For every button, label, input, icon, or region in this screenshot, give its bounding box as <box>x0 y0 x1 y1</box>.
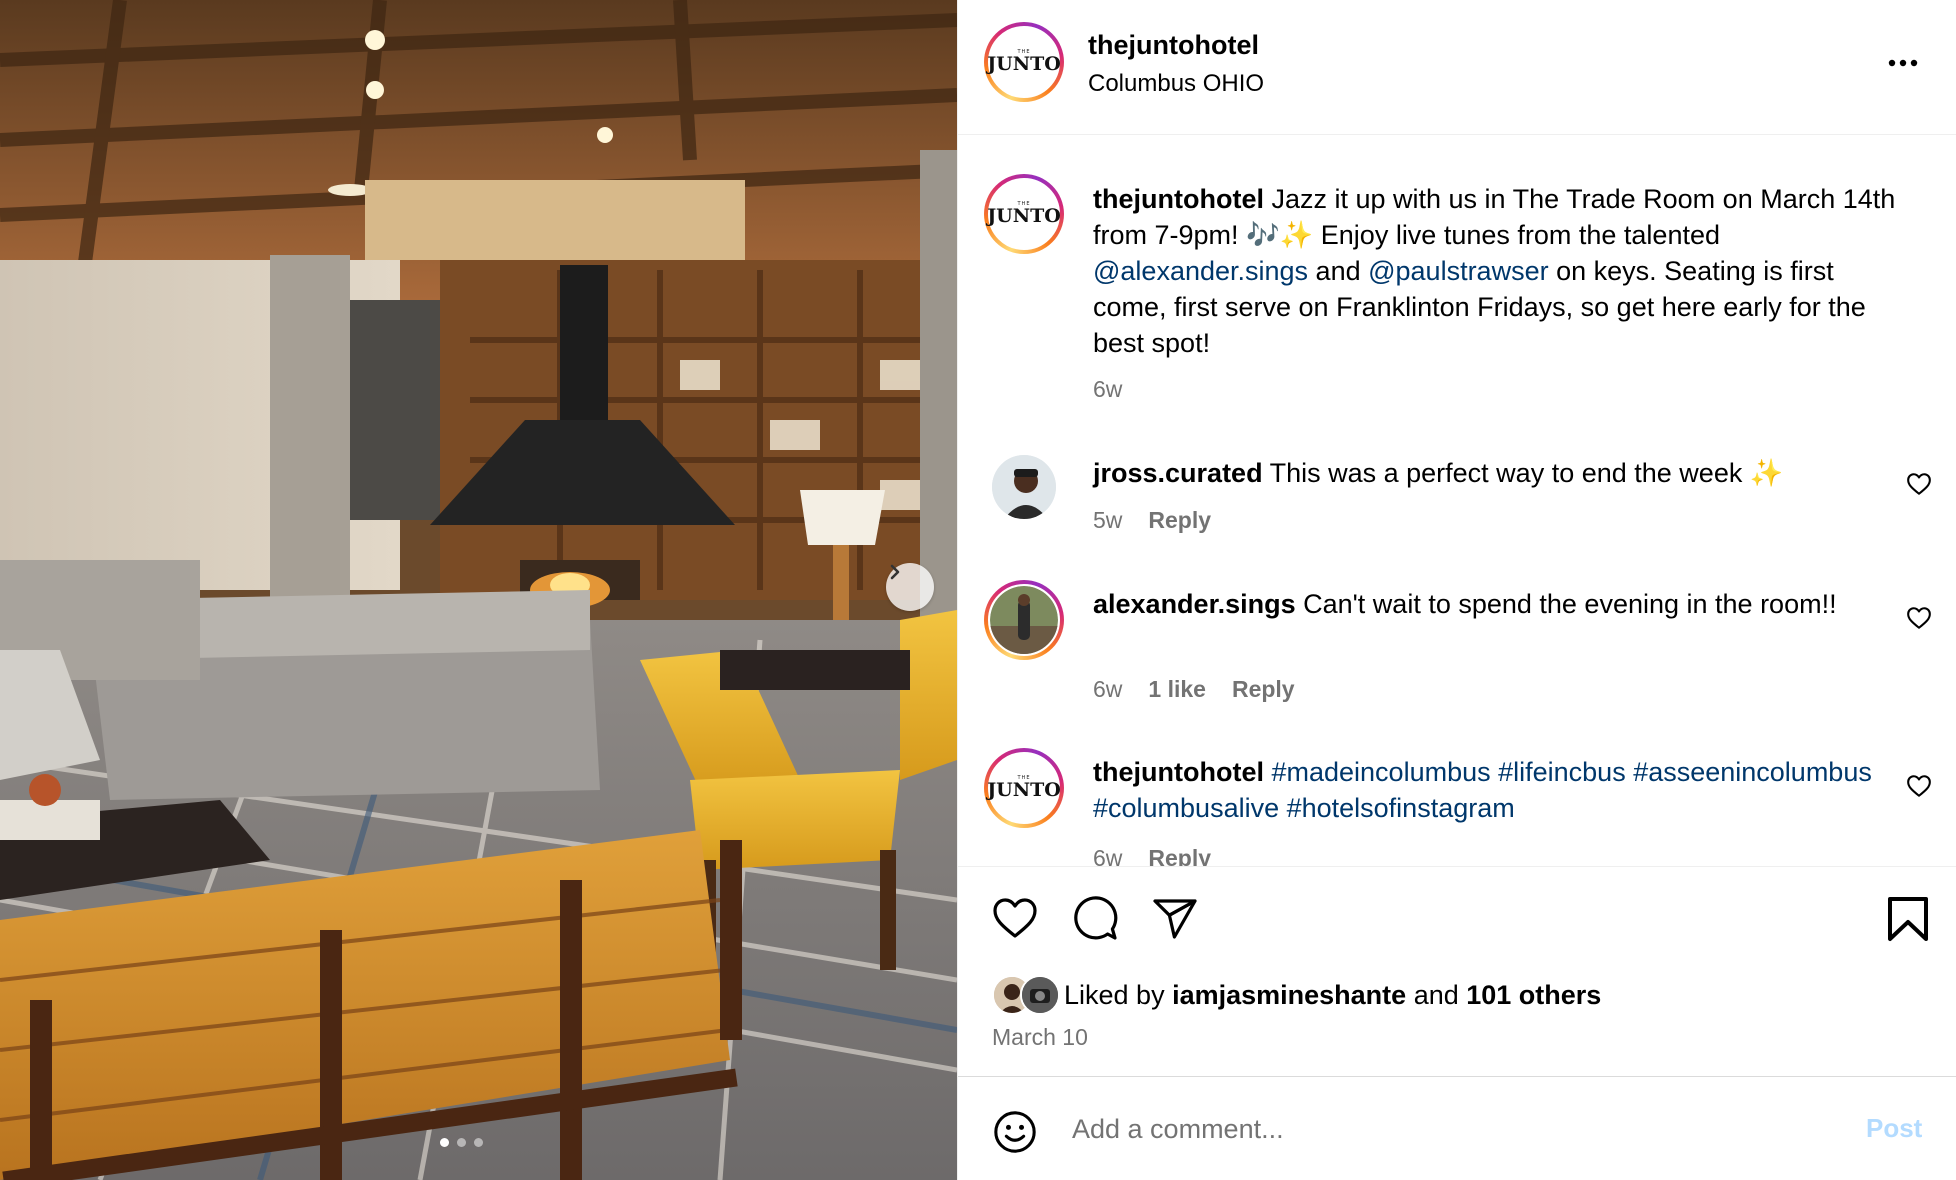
post-actions: Liked by iamjasmineshante and 101 others… <box>958 866 1956 1076</box>
logo-name-text: JUNTO <box>987 53 1061 75</box>
likes-summary: Liked by iamjasmineshante and 101 others <box>992 975 1601 1015</box>
like-comment-button[interactable] <box>1906 472 1932 501</box>
comment-timestamp[interactable]: 5w <box>1093 507 1122 534</box>
comment-meta: 6w 1 like Reply <box>1093 676 1295 703</box>
avatar-photo <box>1022 977 1058 1013</box>
like-comment-button[interactable] <box>1906 774 1932 803</box>
post-comment-button[interactable]: Post <box>1866 1113 1922 1144</box>
comment-body: Can't wait to spend the evening in the r… <box>1295 589 1837 619</box>
junto-logo: THE JUNTO <box>987 202 1061 226</box>
emoji-icon <box>994 1111 1036 1153</box>
heart-icon <box>993 898 1037 938</box>
caption-meta: 6w <box>1093 376 1122 403</box>
comment-icon <box>1074 896 1118 940</box>
carousel-dot <box>474 1138 483 1147</box>
post-photo[interactable] <box>0 0 957 1180</box>
comment-text: thejuntohotel #madeincolumbus #lifeincbu… <box>1093 754 1913 826</box>
avatar-photo <box>990 586 1058 654</box>
post-location[interactable]: Columbus OHIO <box>1088 70 1264 98</box>
commenter-avatar[interactable] <box>992 455 1056 519</box>
save-button[interactable] <box>1886 895 1930 948</box>
comment-meta: 6w Reply <box>1093 845 1211 866</box>
post-header: THE JUNTO thejuntohotel Columbus OHIO <box>958 0 1956 135</box>
heart-icon <box>1907 775 1931 797</box>
liker-username[interactable]: iamjasmineshante <box>1172 980 1406 1010</box>
comment-text: jross.curated This was a perfect way to … <box>1093 455 1913 491</box>
share-icon <box>1153 899 1197 939</box>
hotel-lobby-image <box>0 0 957 1180</box>
likes-text: Liked by iamjasmineshante and 101 others <box>1064 980 1601 1011</box>
post-detail-panel: THE JUNTO thejuntohotel Columbus OHIO TH… <box>957 0 1956 1180</box>
author-avatar[interactable]: THE JUNTO <box>984 22 1064 102</box>
caption-avatar[interactable]: THE JUNTO <box>984 174 1064 254</box>
bookmark-icon <box>1888 897 1928 941</box>
caption-timestamp[interactable]: 6w <box>1093 376 1122 403</box>
more-options-button[interactable] <box>1886 46 1920 85</box>
logo-name-text: JUNTO <box>987 205 1061 227</box>
comment-username[interactable]: thejuntohotel <box>1093 757 1264 787</box>
comment-username[interactable]: alexander.sings <box>1093 589 1296 619</box>
mention-link[interactable]: @alexander.sings <box>1093 256 1308 286</box>
heart-icon <box>1907 473 1931 495</box>
comment-timestamp[interactable]: 6w <box>1093 845 1122 866</box>
likes-prefix: Liked by <box>1064 979 1173 1010</box>
comment-button[interactable] <box>1071 895 1119 948</box>
mention-link[interactable]: @paulstrawser <box>1368 256 1548 286</box>
comment-input[interactable] <box>1072 1105 1832 1153</box>
comment-likes-count[interactable]: 1 like <box>1148 676 1206 703</box>
chevron-right-icon <box>890 564 900 580</box>
junto-logo: THE JUNTO <box>987 50 1061 74</box>
comments-list[interactable]: THE JUNTO thejuntohotel Jazz it up with … <box>958 136 1956 866</box>
caption-text: thejuntohotel Jazz it up with us in The … <box>1093 181 1913 361</box>
commenter-avatar[interactable]: THE JUNTO <box>984 748 1064 828</box>
add-comment-bar: Post <box>958 1076 1956 1180</box>
logo-name-text: JUNTO <box>987 779 1061 801</box>
like-comment-button[interactable] <box>1906 606 1932 635</box>
share-button[interactable] <box>1151 895 1199 948</box>
comment-username[interactable]: jross.curated <box>1093 458 1263 488</box>
carousel-dot <box>457 1138 466 1147</box>
liker-avatars <box>992 975 1064 1015</box>
likes-others-link[interactable]: 101 others <box>1466 980 1601 1010</box>
liker-avatar[interactable] <box>1020 975 1060 1015</box>
comment-meta: 5w Reply <box>1093 507 1211 534</box>
reply-button[interactable]: Reply <box>1148 507 1211 534</box>
commenter-avatar[interactable] <box>984 580 1064 660</box>
emoji-button[interactable] <box>992 1109 1038 1160</box>
more-icon <box>1888 59 1918 67</box>
post-date[interactable]: March 10 <box>992 1024 1088 1051</box>
reply-button[interactable]: Reply <box>1148 845 1211 866</box>
caption-username[interactable]: thejuntohotel <box>1093 184 1264 214</box>
heart-icon <box>1907 607 1931 629</box>
caption-body: and <box>1308 256 1369 286</box>
avatar-photo <box>992 455 1056 519</box>
comment-text: alexander.sings Can't wait to spend the … <box>1093 586 1913 622</box>
comment-body: This was a perfect way to end the week ✨ <box>1262 458 1784 488</box>
carousel-indicator <box>440 1138 483 1147</box>
comment-timestamp[interactable]: 6w <box>1093 676 1122 703</box>
reply-button[interactable]: Reply <box>1232 676 1295 703</box>
like-button[interactable] <box>991 895 1039 946</box>
junto-logo: THE JUNTO <box>987 776 1061 800</box>
carousel-next-button[interactable] <box>886 563 934 611</box>
author-username[interactable]: thejuntohotel <box>1088 30 1259 61</box>
likes-middle: and <box>1406 979 1467 1010</box>
carousel-dot-active <box>440 1138 449 1147</box>
